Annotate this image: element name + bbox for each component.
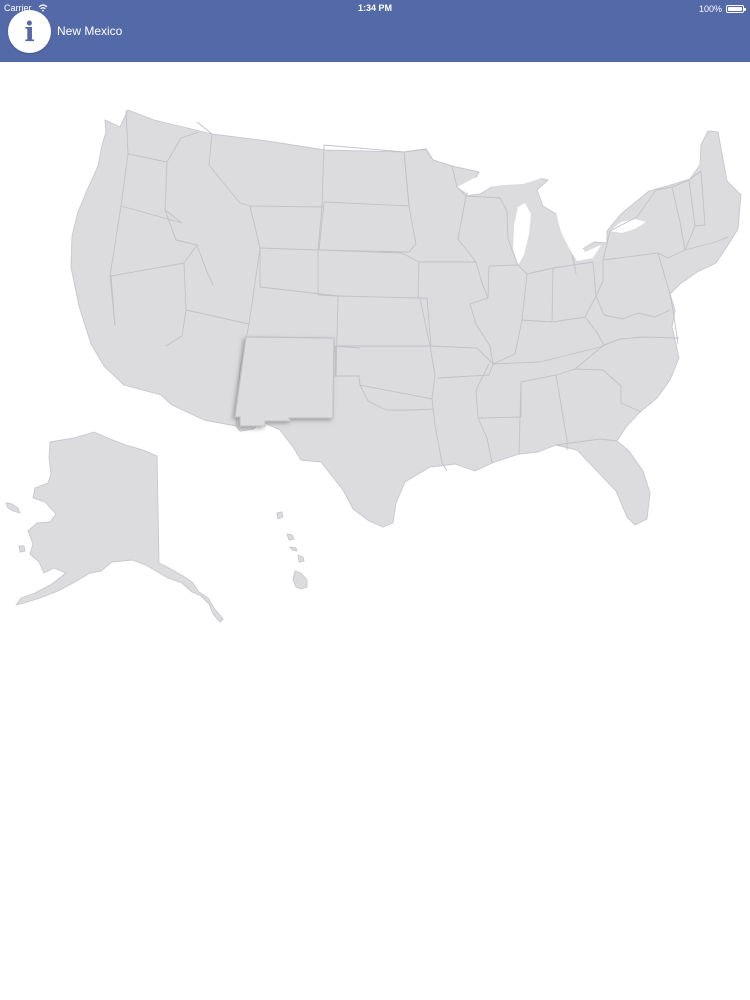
alaska-state[interactable] [15,431,224,623]
app-screen: Carrier 1:34 PM 100% i New Mexico [0,0,750,1000]
new-mexico-state[interactable] [234,336,335,427]
hawaii-maui[interactable] [297,554,305,563]
us-map [0,62,750,1000]
battery-status: 100% [698,2,746,16]
page-title: New Mexico [57,24,123,38]
hawaii-big-island[interactable] [292,570,308,590]
hawaii-molokai[interactable] [289,546,298,552]
hawaii-oahu[interactable] [286,533,295,541]
top-bar: Carrier 1:34 PM 100% i New Mexico [0,0,750,62]
status-bar: Carrier 1:34 PM 100% [0,0,750,16]
time-label: 1:34 PM [357,3,392,13]
hawaii-kauai[interactable] [276,511,284,520]
map-svg [5,109,742,623]
battery-percent: 100% [698,4,722,14]
info-icon: i [24,17,35,48]
battery-icon [726,5,746,13]
aleutian-islands[interactable] [5,502,21,514]
info-button[interactable]: i [8,10,51,53]
alaska-island-2[interactable] [18,545,26,553]
